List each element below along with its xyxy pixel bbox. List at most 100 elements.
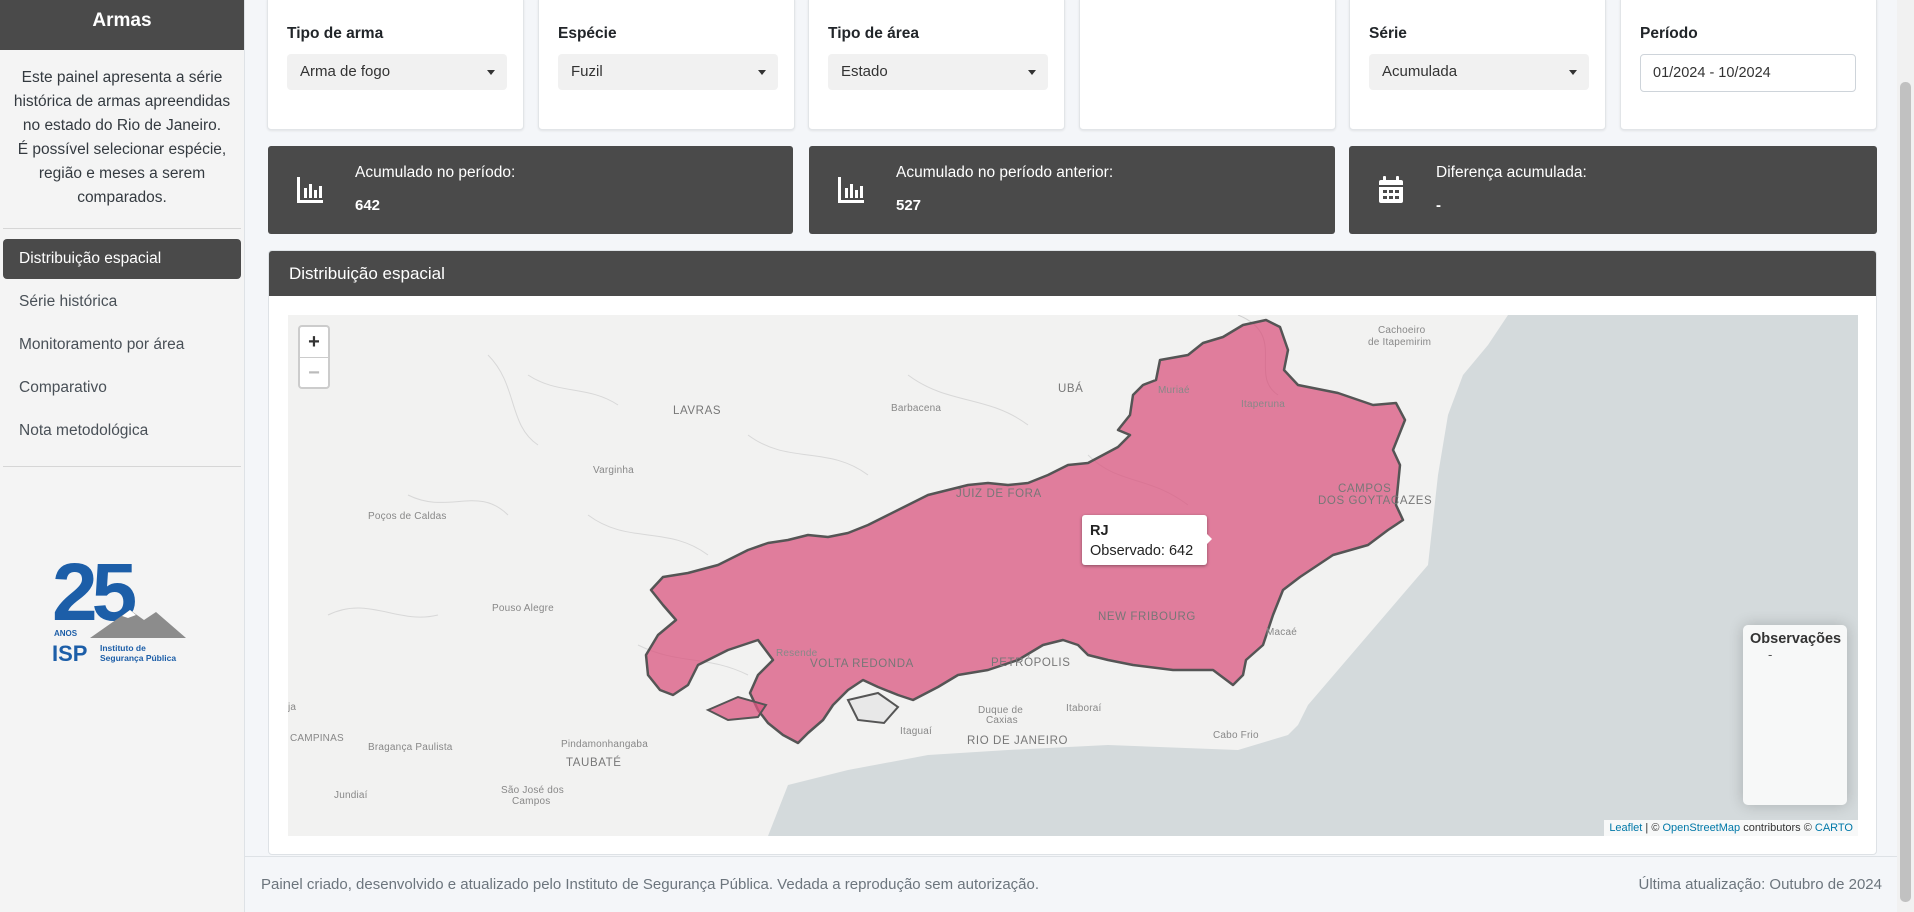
stat-label: Acumulado no período anterior: [896,164,1114,181]
place-label: Jundiaí [334,790,368,801]
place-label: Poços de Caldas [368,511,447,522]
periodo-date-range-input[interactable]: 01/2024 - 10/2024 [1640,54,1856,92]
place-label: RIO DE JANEIRO [967,735,1069,747]
svg-text:Segurança Pública: Segurança Pública [100,653,176,663]
place-label: CAMPINAS [290,733,344,744]
map-attribution: Leaflet | © OpenStreetMap contributors ©… [1604,820,1858,836]
attribution-text: contributors © [1740,822,1815,834]
footer: Painel criado, desenvolvido e atualizado… [245,856,1897,912]
place-label: Itaguaí [900,726,932,737]
place-label: Bragança Paulista [368,742,453,753]
place-label: TAUBATÉ [566,757,622,769]
sidebar-nav: Distribuição espacial Série histórica Mo… [0,229,244,466]
bar-chart-icon [838,177,864,203]
zoom-control: + − [298,325,330,389]
place-label: JUIZ DE FORA [956,488,1042,500]
map-tooltip: RJ Observado: 642 [1082,515,1212,565]
leaflet-map[interactable]: Cachoeiro de Itapemirim UBÁ Muriaé LAVRA… [288,315,1858,836]
tipo-area-select[interactable]: Estado [828,54,1048,90]
place-label: Itaperuna [1241,399,1286,410]
sidebar: Armas Este painel apresenta a série hist… [0,0,245,912]
place-label: CAMPOS [1338,483,1392,495]
zoom-in-button[interactable]: + [300,327,328,357]
map-card-title: Distribuição espacial [269,251,1876,296]
calendar-icon [1379,176,1403,203]
place-label: VOLTA REDONDA [810,658,914,670]
filter-label: Período [1640,25,1698,42]
bar-chart-icon [297,177,323,203]
filter-especie: Espécie Fuzil [538,0,795,130]
filter-tipo-arma: Tipo de arma Arma de fogo [267,0,524,130]
tooltip-title: RJ [1090,523,1109,539]
brand-title[interactable]: Armas [0,0,244,50]
place-label: Campos [512,796,551,807]
place-label: Cabo Frio [1213,730,1259,741]
zoom-out-button[interactable]: − [300,357,328,387]
carto-link[interactable]: CARTO [1815,822,1853,834]
place-label: São José dos [501,785,564,796]
select-value: Estado [841,63,888,80]
filter-serie: Série Acumulada [1349,0,1606,130]
stat-value: 642 [355,197,381,214]
serie-select[interactable]: Acumulada [1369,54,1589,90]
filter-periodo: Período 01/2024 - 10/2024 [1620,0,1877,130]
footer-credits: Painel criado, desenvolvido e atualizado… [261,876,1040,893]
stat-acumulado-anterior: Acumulado no período anterior: 527 [809,146,1335,234]
place-label: Pouso Alegre [492,603,554,614]
svg-text:ANOS: ANOS [54,629,78,638]
place-label: Itaboraí [1066,703,1102,714]
especie-select[interactable]: Fuzil [558,54,778,90]
place-label: Muriaé [1158,385,1190,396]
openstreetmap-link[interactable]: OpenStreetMap [1662,822,1740,834]
leaflet-link[interactable]: Leaflet [1609,822,1642,834]
stat-acumulado-periodo: Acumulado no período: 642 [268,146,793,234]
caret-down-icon [1569,70,1577,75]
stat-diferenca-acumulada: Diferença acumulada: - [1349,146,1877,234]
description-text: Este painel apresenta a série histórica … [13,69,231,134]
place-label: NEW FRIBOURG [1098,611,1196,623]
caret-down-icon [487,70,495,75]
filter-label: Tipo de arma [287,25,384,42]
place-label: Pindamonhangaba [561,739,648,750]
stat-value: - [1436,197,1441,214]
legend-title: Observações [1750,631,1842,647]
main-content: Tipo de arma Arma de fogo Espécie Fuzil … [245,0,1897,912]
sidebar-item-monitoramento[interactable]: Monitoramento por área [3,325,241,365]
map-card: Distribuição espacial Cachoeiro de Itape… [268,250,1877,855]
caret-down-icon [1028,70,1036,75]
place-label: ja [288,702,297,713]
scrollbar-thumb[interactable] [1900,82,1911,902]
place-label: Caxias [986,715,1018,726]
sidebar-item-serie-historica[interactable]: Série histórica [3,282,241,322]
svg-text:ISP: ISP [52,641,87,666]
page-scrollbar[interactable] [1897,0,1914,912]
sidebar-description: Este painel apresenta a série histórica … [0,50,244,228]
place-label: Varginha [593,465,634,476]
place-label: DOS GOYTACAZES [1318,495,1433,507]
filter-empty [1079,0,1336,130]
sidebar-item-distribuicao-espacial[interactable]: Distribuição espacial [3,239,241,279]
select-value: Arma de fogo [300,63,391,80]
sidebar-item-comparativo[interactable]: Comparativo [3,368,241,408]
place-label: de Itapemirim [1368,337,1432,348]
tooltip-text: Observado: 642 [1090,543,1194,559]
select-value: Acumulada [1382,63,1458,80]
filter-label: Série [1369,25,1407,42]
filter-tipo-area: Tipo de área Estado [808,0,1065,130]
legend-value: - [1768,647,1773,662]
place-label: Barbacena [891,403,942,414]
place-label: LAVRAS [673,405,722,417]
stat-label: Acumulado no período: [355,164,516,181]
place-label: Macaé [1266,627,1298,638]
divider [3,466,241,467]
sidebar-item-nota-metodologica[interactable]: Nota metodológica [3,411,241,451]
tipo-arma-select[interactable]: Arma de fogo [287,54,507,90]
isp-25-logo: 25 ANOS ISP Instituto de Segurança Públi… [52,547,192,670]
filter-label: Espécie [558,25,617,42]
footer-last-update: Última atualização: Outubro de 2024 [1638,876,1882,893]
stat-value: 527 [896,197,922,214]
caret-down-icon [758,70,766,75]
filter-label: Tipo de área [828,25,920,42]
place-label: Cachoeiro [1378,325,1426,336]
svg-text:Instituto de: Instituto de [100,643,146,653]
